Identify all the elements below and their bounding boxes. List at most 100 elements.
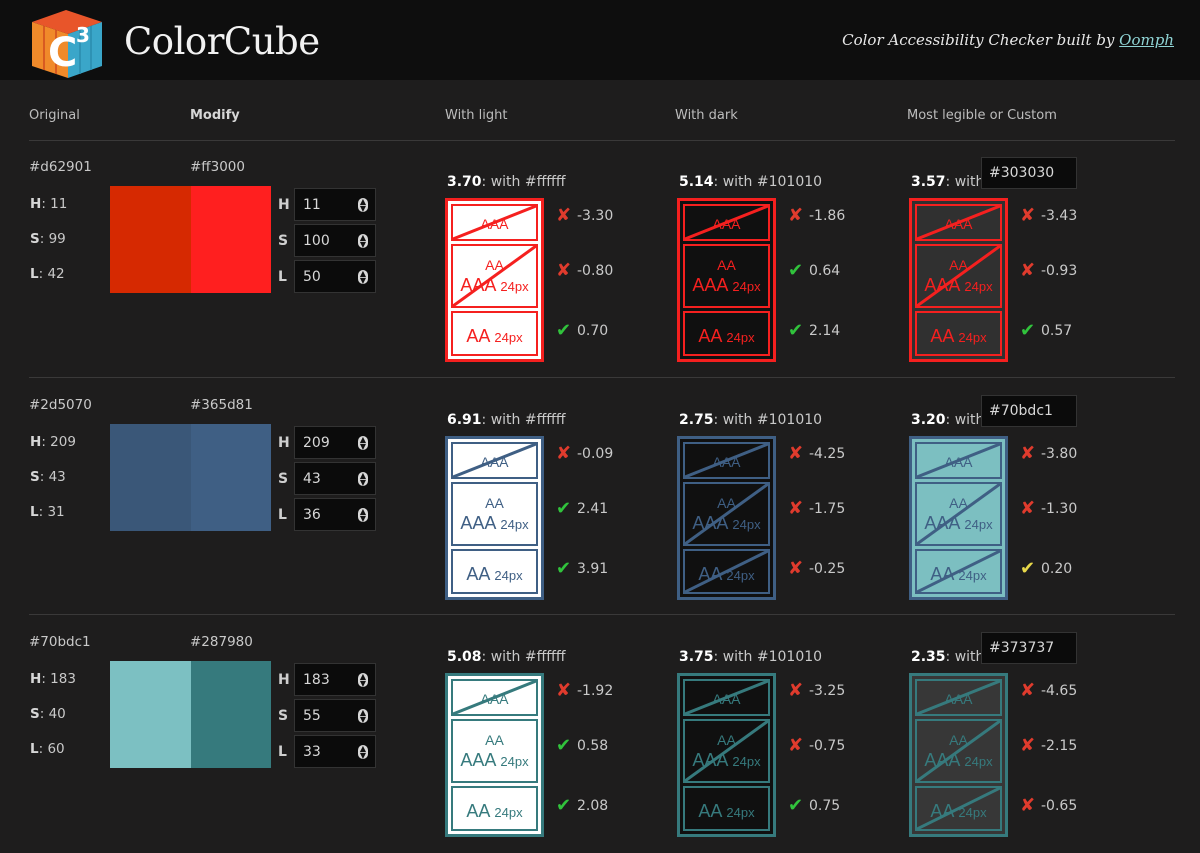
sample-cell: AA 24px: [915, 549, 1002, 594]
colorcube-logo-icon[interactable]: C 3: [28, 8, 106, 80]
column-header-original: Original: [29, 108, 80, 123]
fail-strike-line: [685, 551, 768, 592]
column-header-light: With light: [445, 108, 508, 123]
original-swatch: [110, 424, 191, 531]
sample-size-label: 24px: [494, 568, 523, 583]
contrast-delta: -4.65: [1041, 683, 1078, 699]
color-row: #2d5070 #365d81 H: 209 S: 43 L: 31 H 209 ▲ ▼ S 43 ▲…: [0, 378, 1200, 616]
contrast-delta: -4.25: [809, 446, 846, 462]
sample-aaa-large: AAA 24px: [685, 275, 768, 296]
fail-icon: ✘: [556, 443, 572, 464]
sample-cell: AA AAA 24px: [683, 719, 770, 783]
custom-color-input[interactable]: #70bdc1: [981, 395, 1077, 427]
svg-text:3: 3: [76, 23, 90, 47]
sample-aa-text: AA: [698, 801, 722, 821]
original-h: 11: [50, 196, 68, 212]
fail-strike-line: [453, 206, 536, 239]
spinner-arrows-icon[interactable]: ▲ ▼: [358, 234, 368, 249]
modify-l-stepper[interactable]: 50 ▲ ▼: [294, 260, 376, 293]
modified-hex: #ff3000: [190, 159, 245, 175]
modify-l-value: 36: [303, 507, 321, 523]
contrast-ratio: 5.08: with #ffffff: [447, 649, 566, 665]
ratio-with-label: : with #ffffff: [481, 649, 566, 665]
app-header: C 3 ColorCube Color Accessibility Checke…: [0, 0, 1200, 80]
s-label: S: [30, 706, 40, 722]
sample-size-label: 24px: [500, 517, 529, 532]
original-hex: #d62901: [29, 159, 92, 175]
fail-strike-line: [917, 444, 1000, 477]
original-s-value: S: 99: [30, 231, 66, 247]
sample-aa-large: AA 24px: [453, 564, 536, 585]
original-s: 99: [48, 231, 66, 247]
contrast-delta: 0.70: [577, 323, 609, 339]
modify-h-label: H: [278, 672, 290, 688]
contrast-delta: -0.80: [577, 263, 614, 279]
ratio-value: 2.75: [679, 412, 714, 428]
svg-text:C: C: [48, 30, 77, 76]
modify-h-stepper[interactable]: 183 ▲ ▼: [294, 663, 376, 696]
custom-color-input[interactable]: #303030: [981, 157, 1077, 189]
s-label: S: [30, 231, 40, 247]
modify-h-value: 183: [303, 672, 330, 688]
sample-size-label: 24px: [958, 330, 987, 345]
ratio-with-label: : with #ffffff: [481, 174, 566, 190]
modified-swatch: [191, 424, 271, 531]
sample-cell: AA AAA 24px: [451, 244, 538, 308]
fail-strike-line: [917, 788, 1000, 829]
custom-color-input[interactable]: #373737: [981, 632, 1077, 664]
sample-size-label: 24px: [726, 805, 755, 820]
sample-aa-small: AA: [485, 732, 504, 748]
ratio-value: 5.08: [447, 649, 482, 665]
sample-cell: AA AAA 24px: [451, 719, 538, 783]
contrast-ratio: 3.75: with #101010: [679, 649, 822, 665]
spinner-arrows-icon[interactable]: ▲ ▼: [358, 673, 368, 688]
modify-s-stepper[interactable]: 100 ▲ ▼: [294, 224, 376, 257]
contrast-delta: -3.80: [1041, 446, 1078, 462]
original-swatch: [110, 186, 191, 293]
modify-s-label: S: [278, 471, 289, 487]
pass-icon: ✔: [556, 320, 572, 341]
sample-aa-text: AA: [466, 326, 490, 346]
ratio-with-label: : with #ffffff: [481, 412, 566, 428]
contrast-delta: -2.15: [1041, 738, 1078, 754]
ratio-value: 5.14: [679, 174, 714, 190]
fail-icon: ✘: [1020, 443, 1036, 464]
sample-aa-small: AA: [717, 257, 736, 273]
modify-s-stepper[interactable]: 55 ▲ ▼: [294, 699, 376, 732]
modify-l-stepper[interactable]: 36 ▲ ▼: [294, 498, 376, 531]
modify-h-value: 11: [303, 197, 321, 213]
l-label: L: [30, 504, 39, 520]
contrast-delta: -0.75: [809, 738, 846, 754]
fail-icon: ✘: [788, 558, 804, 579]
oomph-link[interactable]: Oomph: [1119, 31, 1174, 49]
modify-h-stepper[interactable]: 209 ▲ ▼: [294, 426, 376, 459]
sample-cell: AA AAA 24px: [683, 482, 770, 546]
spinner-arrows-icon[interactable]: ▲ ▼: [358, 198, 368, 213]
modify-l-stepper[interactable]: 33 ▲ ▼: [294, 735, 376, 768]
modify-h-label: H: [278, 197, 290, 213]
sample-cell: AA 24px: [915, 786, 1002, 831]
fail-icon: ✘: [1020, 498, 1036, 519]
fail-strike-line: [453, 246, 536, 306]
sample-cell: AA AAA 24px: [915, 244, 1002, 308]
ratio-with-label: : with #101010: [713, 412, 823, 428]
modify-s-value: 43: [303, 471, 321, 487]
original-h-value: H: 183: [30, 671, 76, 687]
spinner-arrows-icon[interactable]: ▲ ▼: [358, 436, 368, 451]
modify-l-label: L: [278, 744, 287, 760]
spinner-arrows-icon[interactable]: ▲ ▼: [358, 472, 368, 487]
spinner-arrows-icon[interactable]: ▲ ▼: [358, 709, 368, 724]
contrast-delta: 0.57: [1041, 323, 1073, 339]
contrast-ratio: 5.14: with #101010: [679, 174, 822, 190]
contrast-delta: -1.92: [577, 683, 614, 699]
modify-s-stepper[interactable]: 43 ▲ ▼: [294, 462, 376, 495]
spinner-arrows-icon[interactable]: ▲ ▼: [358, 745, 368, 760]
contrast-delta: -3.30: [577, 208, 614, 224]
spinner-arrows-icon[interactable]: ▲ ▼: [358, 270, 368, 285]
spinner-arrows-icon[interactable]: ▲ ▼: [358, 508, 368, 523]
h-label: H: [30, 671, 42, 687]
fail-icon: ✘: [788, 498, 804, 519]
modify-h-stepper[interactable]: 11 ▲ ▼: [294, 188, 376, 221]
contrast-delta: 2.41: [577, 501, 609, 517]
sample-cell: AA AAA 24px: [915, 719, 1002, 783]
